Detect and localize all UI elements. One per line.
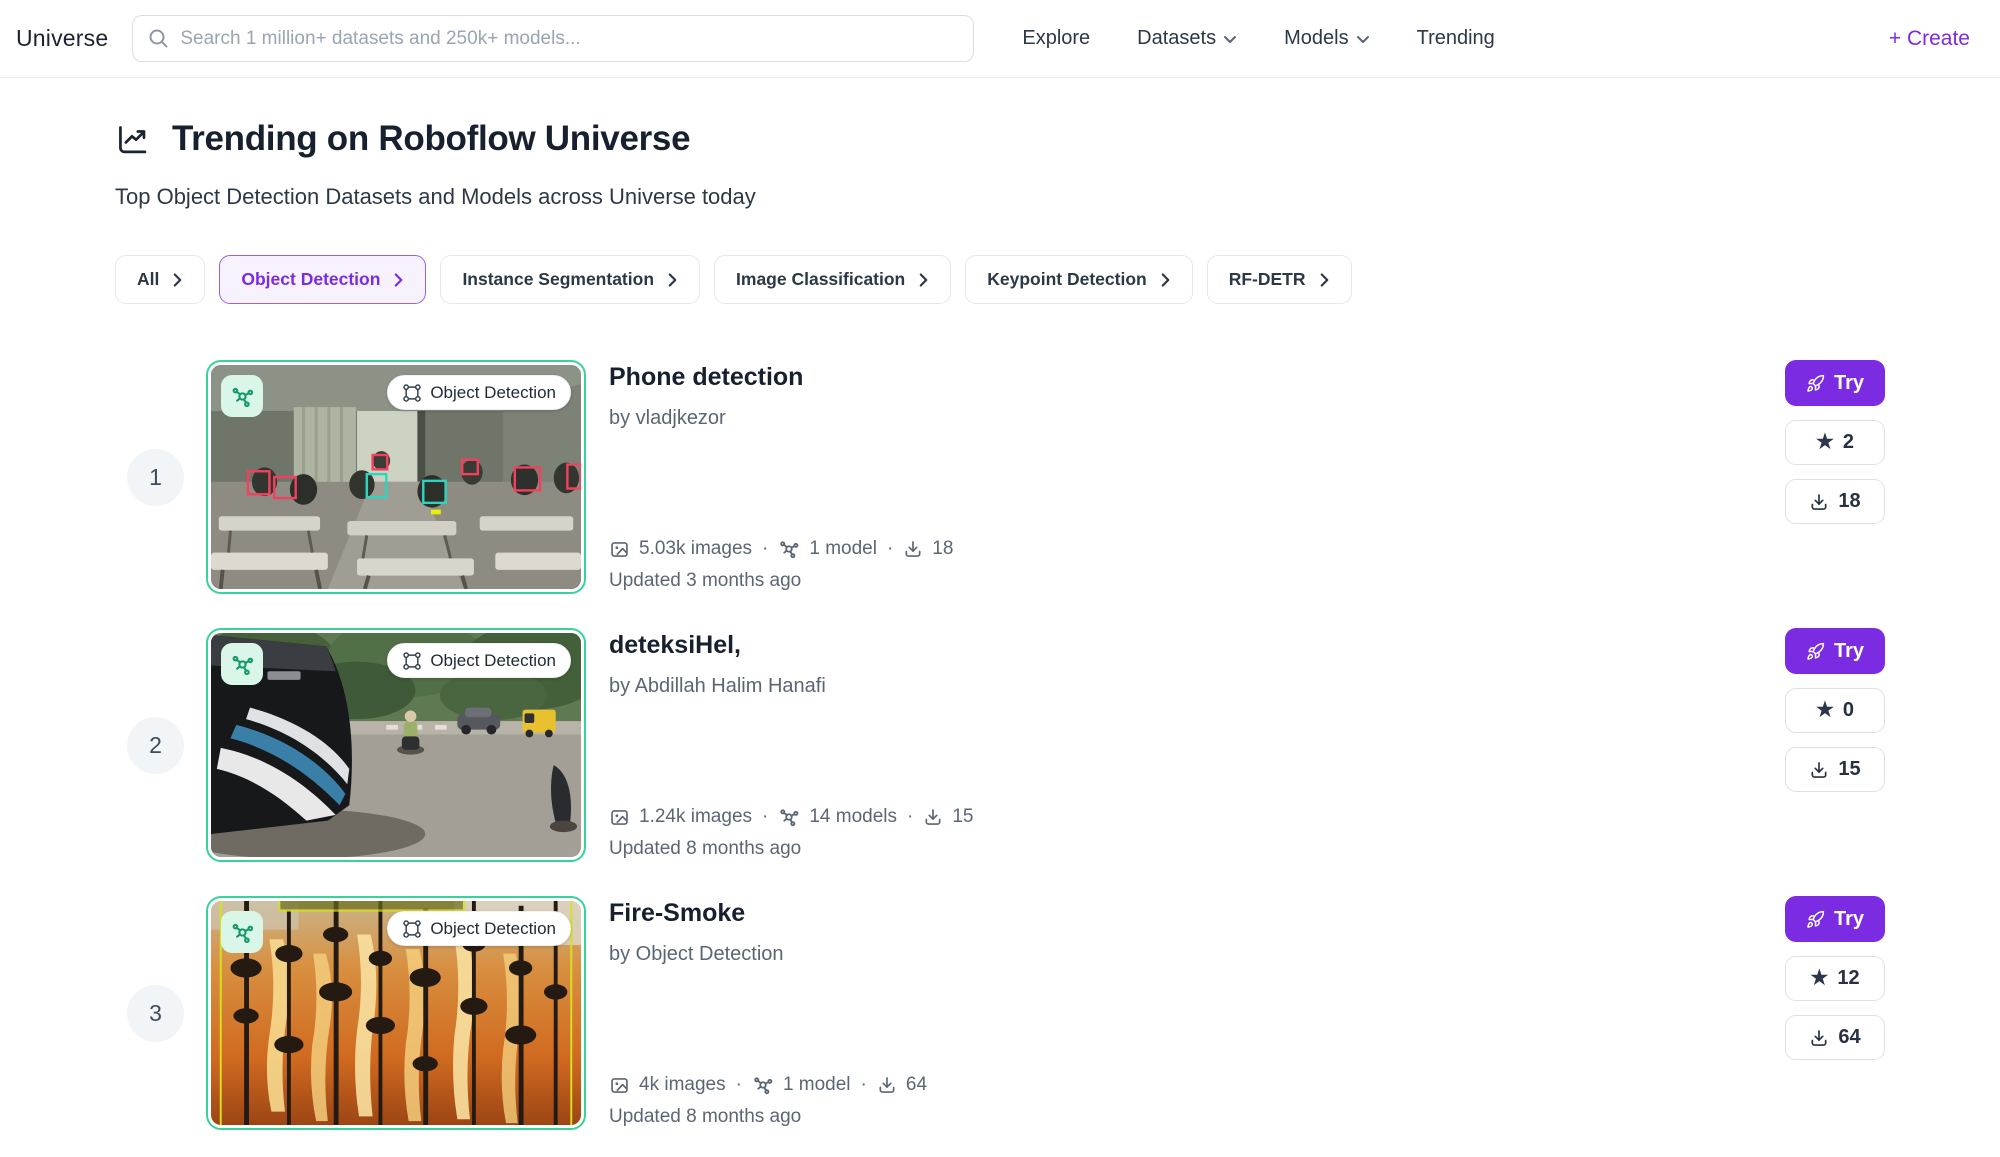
downloads-button[interactable]: 15 [1785,747,1885,792]
page-subtitle: Top Object Detection Datasets and Models… [115,184,756,209]
chevron-right-icon [919,273,928,287]
search-input[interactable] [180,27,959,50]
filter-pills: All Object Detection Instance Segmentati… [115,255,1885,304]
model-icon [232,655,253,675]
dataset-info: Fire-Smoke by Object Detection 4k images… [609,896,1765,1130]
chevron-right-icon [1161,273,1170,287]
top-nav: Universe Explore Datasets Models Trendin… [0,0,2000,78]
bounding-box-icon [403,383,422,402]
star-icon: ★ [1815,430,1834,453]
download-icon [879,1077,895,1093]
model-icon [754,1077,773,1095]
trending-card-1: 1 Object Detection Phone detection by vl… [115,360,1885,594]
brand-logo[interactable]: Universe [16,25,108,52]
nav-links: Explore Datasets Models Trending [1022,27,1494,50]
dataset-stats: 4k images · 1 model · 64 [609,1074,1765,1096]
dataset-stats: 5.03k images · 1 model · 18 [609,538,1765,560]
filter-pill-keypoint-detection[interactable]: Keypoint Detection [965,255,1193,304]
download-icon [925,809,941,825]
trending-card-3: 3 Object Detection Fire-Smoke by Object … [115,896,1885,1130]
images-icon [611,809,628,825]
downloads-button[interactable]: 18 [1785,479,1885,524]
images-icon [611,1077,628,1093]
rocket-icon [1807,374,1825,392]
chevron-down-icon [1356,36,1369,43]
model-icon [232,923,253,943]
images-icon [611,541,628,557]
card-actions: Try ★ 2 18 [1785,360,1885,594]
search-icon [149,29,168,48]
download-icon [1811,1029,1827,1046]
rank-badge: 1 [127,448,184,506]
nav-link-models[interactable]: Models [1284,27,1369,50]
dataset-author: by vladjkezor [609,407,726,429]
filter-pill-instance-segmentation[interactable]: Instance Segmentation [440,255,701,304]
page-title: Trending on Roboflow Universe [172,119,691,158]
dataset-info: Phone detection by vladjkezor 5.03k imag… [609,360,1765,594]
trending-chart-icon [119,126,147,154]
trending-card-2: 2 Object Detection deteksiHel, by Abdill… [115,628,1885,862]
star-icon: ★ [1815,698,1834,721]
page-title-row: Trending on Roboflow Universe [115,119,1885,159]
model-icon [780,809,799,827]
updated-timestamp: Updated 3 months ago [609,570,802,591]
download-icon [1811,493,1827,510]
dataset-thumbnail[interactable]: Object Detection [206,896,586,1130]
downloads-button[interactable]: 64 [1785,1015,1885,1060]
trained-model-badge [221,911,263,953]
stars-button[interactable]: ★ 12 [1785,956,1885,1001]
trained-model-badge [221,643,263,685]
project-type-badge: Object Detection [387,911,571,946]
project-type-badge: Object Detection [387,375,571,410]
chevron-right-icon [1320,273,1328,287]
rank-badge: 3 [127,984,184,1042]
try-button[interactable]: Try [1785,360,1885,406]
trained-model-badge [221,375,263,417]
nav-link-trending[interactable]: Trending [1417,27,1495,50]
filter-pill-all[interactable]: All [115,255,206,304]
dataset-title[interactable]: Fire-Smoke [609,899,1765,928]
chevron-right-icon [395,273,403,287]
nav-link-explore[interactable]: Explore [1022,27,1090,50]
chevron-down-icon [1224,36,1237,43]
dataset-thumbnail[interactable]: Object Detection [206,360,586,594]
rocket-icon [1807,910,1825,928]
main-content: Trending on Roboflow Universe Top Object… [0,119,2000,1130]
rank-badge: 2 [127,716,184,774]
updated-timestamp: Updated 8 months ago [609,838,802,859]
nav-link-datasets[interactable]: Datasets [1137,27,1237,50]
card-actions: Try ★ 12 64 [1785,896,1885,1130]
dataset-author: by Object Detection [609,943,784,965]
dataset-thumbnail[interactable]: Object Detection [206,628,586,862]
dataset-info: deteksiHel, by Abdillah Halim Hanafi 1.2… [609,628,1765,862]
bounding-box-icon [403,919,422,938]
filter-pill-rf-detr[interactable]: RF-DETR [1206,255,1352,304]
star-icon: ★ [1810,966,1829,989]
chevron-right-icon [174,273,182,287]
dataset-author: by Abdillah Halim Hanafi [609,675,826,697]
trending-list: 1 Object Detection Phone detection by vl… [115,360,1885,1130]
filter-pill-object-detection[interactable]: Object Detection [219,255,427,304]
try-button[interactable]: Try [1785,628,1885,674]
download-icon [905,541,921,557]
rocket-icon [1807,642,1825,660]
stars-button[interactable]: ★ 0 [1785,688,1885,733]
stars-button[interactable]: ★ 2 [1785,420,1885,465]
dataset-stats: 1.24k images · 14 models · 15 [609,806,1765,828]
dataset-title[interactable]: deteksiHel, [609,631,1765,660]
filter-pill-image-classification[interactable]: Image Classification [714,255,952,304]
create-button[interactable]: + Create [1889,27,1970,51]
dataset-title[interactable]: Phone detection [609,363,1765,392]
try-button[interactable]: Try [1785,896,1885,942]
model-icon [232,387,253,407]
chevron-right-icon [668,273,677,287]
model-icon [780,541,799,559]
updated-timestamp: Updated 8 months ago [609,1106,802,1127]
card-actions: Try ★ 0 15 [1785,628,1885,862]
project-type-badge: Object Detection [387,643,571,678]
bounding-box-icon [403,651,422,670]
search-bar[interactable] [132,15,975,62]
download-icon [1811,761,1827,778]
